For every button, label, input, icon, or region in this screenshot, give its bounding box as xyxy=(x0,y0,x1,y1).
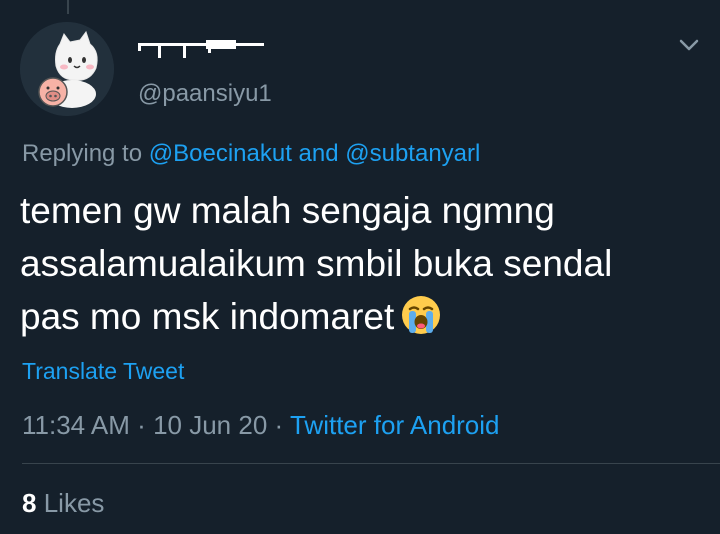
tweet-text: temen gw malah sengaja ngmng assalamuala… xyxy=(20,184,700,350)
meta-separator: · xyxy=(274,410,284,440)
stylized-name-glyphs xyxy=(138,40,264,58)
tweet-meta: 11:34 AM · 10 Jun 20 · Twitter for Andro… xyxy=(22,410,500,441)
tweet-text-line: temen gw malah sengaja ngmng xyxy=(20,190,555,231)
replying-to-line: Replying to @Boecinakut and @subtanyarl xyxy=(22,140,480,168)
user-handle[interactable]: @paansiyu1 xyxy=(138,80,272,108)
likes-label: Likes xyxy=(43,488,105,518)
tweet-text-line: pas mo msk indomaret xyxy=(20,296,395,337)
display-name-graphic[interactable] xyxy=(138,40,264,63)
reply-conjunction: and xyxy=(298,140,339,167)
translate-tweet-link[interactable]: Translate Tweet xyxy=(22,358,184,385)
likes-count-link[interactable]: 8 Likes xyxy=(22,488,104,519)
tweet-time: 11:34 AM xyxy=(22,410,130,440)
tweet-text-line: assalamualaikum smbil buka sendal xyxy=(20,243,613,284)
avatar[interactable] xyxy=(20,22,114,116)
loudly-crying-face-icon xyxy=(400,294,442,350)
meta-separator: · xyxy=(137,410,146,440)
replying-to-label: Replying to xyxy=(22,140,143,167)
cat-avatar-icon xyxy=(20,22,114,116)
reply-mention-subtanyarl[interactable]: @subtanyarl xyxy=(345,140,480,167)
likes-count: 8 xyxy=(22,488,37,518)
tweet-source-link[interactable]: Twitter for Android xyxy=(290,410,500,440)
reply-mention-boecinakut[interactable]: @Boecinakut xyxy=(149,140,292,167)
divider xyxy=(22,463,720,464)
chevron-down-icon[interactable] xyxy=(676,34,702,56)
tweet-text-line-last: pas mo msk indomaret xyxy=(20,290,700,350)
tweet-date: 10 Jun 20 xyxy=(153,410,268,440)
thread-connector-line xyxy=(67,0,69,14)
